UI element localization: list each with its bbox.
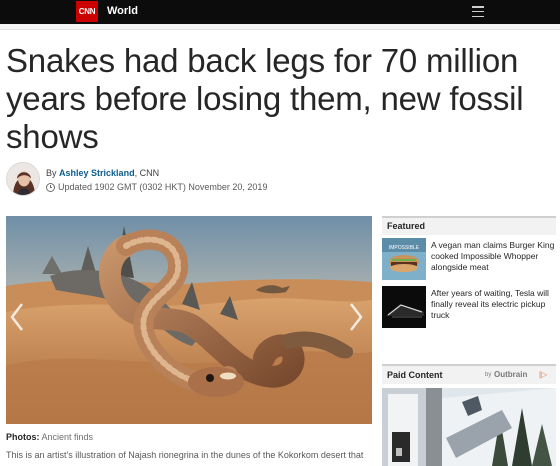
byline: By Ashley Strickland, CNN	[46, 168, 159, 178]
timestamp-text: Updated 1902 GMT (0302 HKT) November 20,…	[58, 182, 268, 192]
chevron-left-icon[interactable]	[10, 302, 24, 332]
featured-item-title[interactable]: A vegan man claims Burger King cooked Im…	[431, 240, 555, 273]
clock-icon	[46, 182, 55, 192]
photo-credit: Photos: Ancient finds	[6, 432, 93, 442]
outbrain-logo[interactable]: Outbrain	[494, 370, 527, 379]
paid-content-header: Paid Content by Outbrain |▷	[382, 364, 556, 384]
article-headline: Snakes had back legs for 70 million year…	[6, 42, 524, 155]
cnn-logo[interactable]: CNN	[76, 1, 98, 22]
hero-gallery-image[interactable]	[6, 216, 372, 424]
featured-item[interactable]: IMPOSSIBLE A vegan man claims Burger Kin…	[382, 238, 556, 280]
photo-source: Ancient finds	[41, 432, 94, 442]
byline-source: , CNN	[134, 168, 160, 178]
byline-prefix: By	[46, 168, 57, 178]
photo-caption: This is an artist's illustration of Naja…	[6, 450, 364, 460]
photo-label: Photos:	[6, 432, 40, 442]
tesla-truck-thumbnail[interactable]	[382, 286, 426, 328]
timestamp: Updated 1902 GMT (0302 HKT) November 20,…	[46, 182, 267, 192]
nav-divider	[0, 24, 560, 30]
featured-item-title[interactable]: After years of waiting, Tesla will final…	[431, 288, 555, 321]
paid-content-title: Paid Content	[387, 370, 443, 380]
top-navigation-bar: CNN World	[0, 0, 560, 24]
author-avatar[interactable]	[6, 162, 40, 196]
burger-thumbnail[interactable]: IMPOSSIBLE	[382, 238, 426, 280]
author-link[interactable]: Ashley Strickland	[59, 168, 135, 178]
section-title[interactable]: World	[107, 5, 138, 17]
chevron-right-icon[interactable]	[349, 302, 363, 332]
paid-content-image[interactable]	[382, 388, 556, 466]
svg-text:IMPOSSIBLE: IMPOSSIBLE	[389, 245, 420, 251]
featured-header: Featured	[382, 216, 556, 235]
featured-item[interactable]: After years of waiting, Tesla will final…	[382, 286, 556, 328]
outbrain-by: by	[485, 372, 492, 378]
outbrain-ad-choices-icon[interactable]: |▷	[539, 370, 547, 379]
hamburger-menu-icon[interactable]	[472, 6, 484, 17]
